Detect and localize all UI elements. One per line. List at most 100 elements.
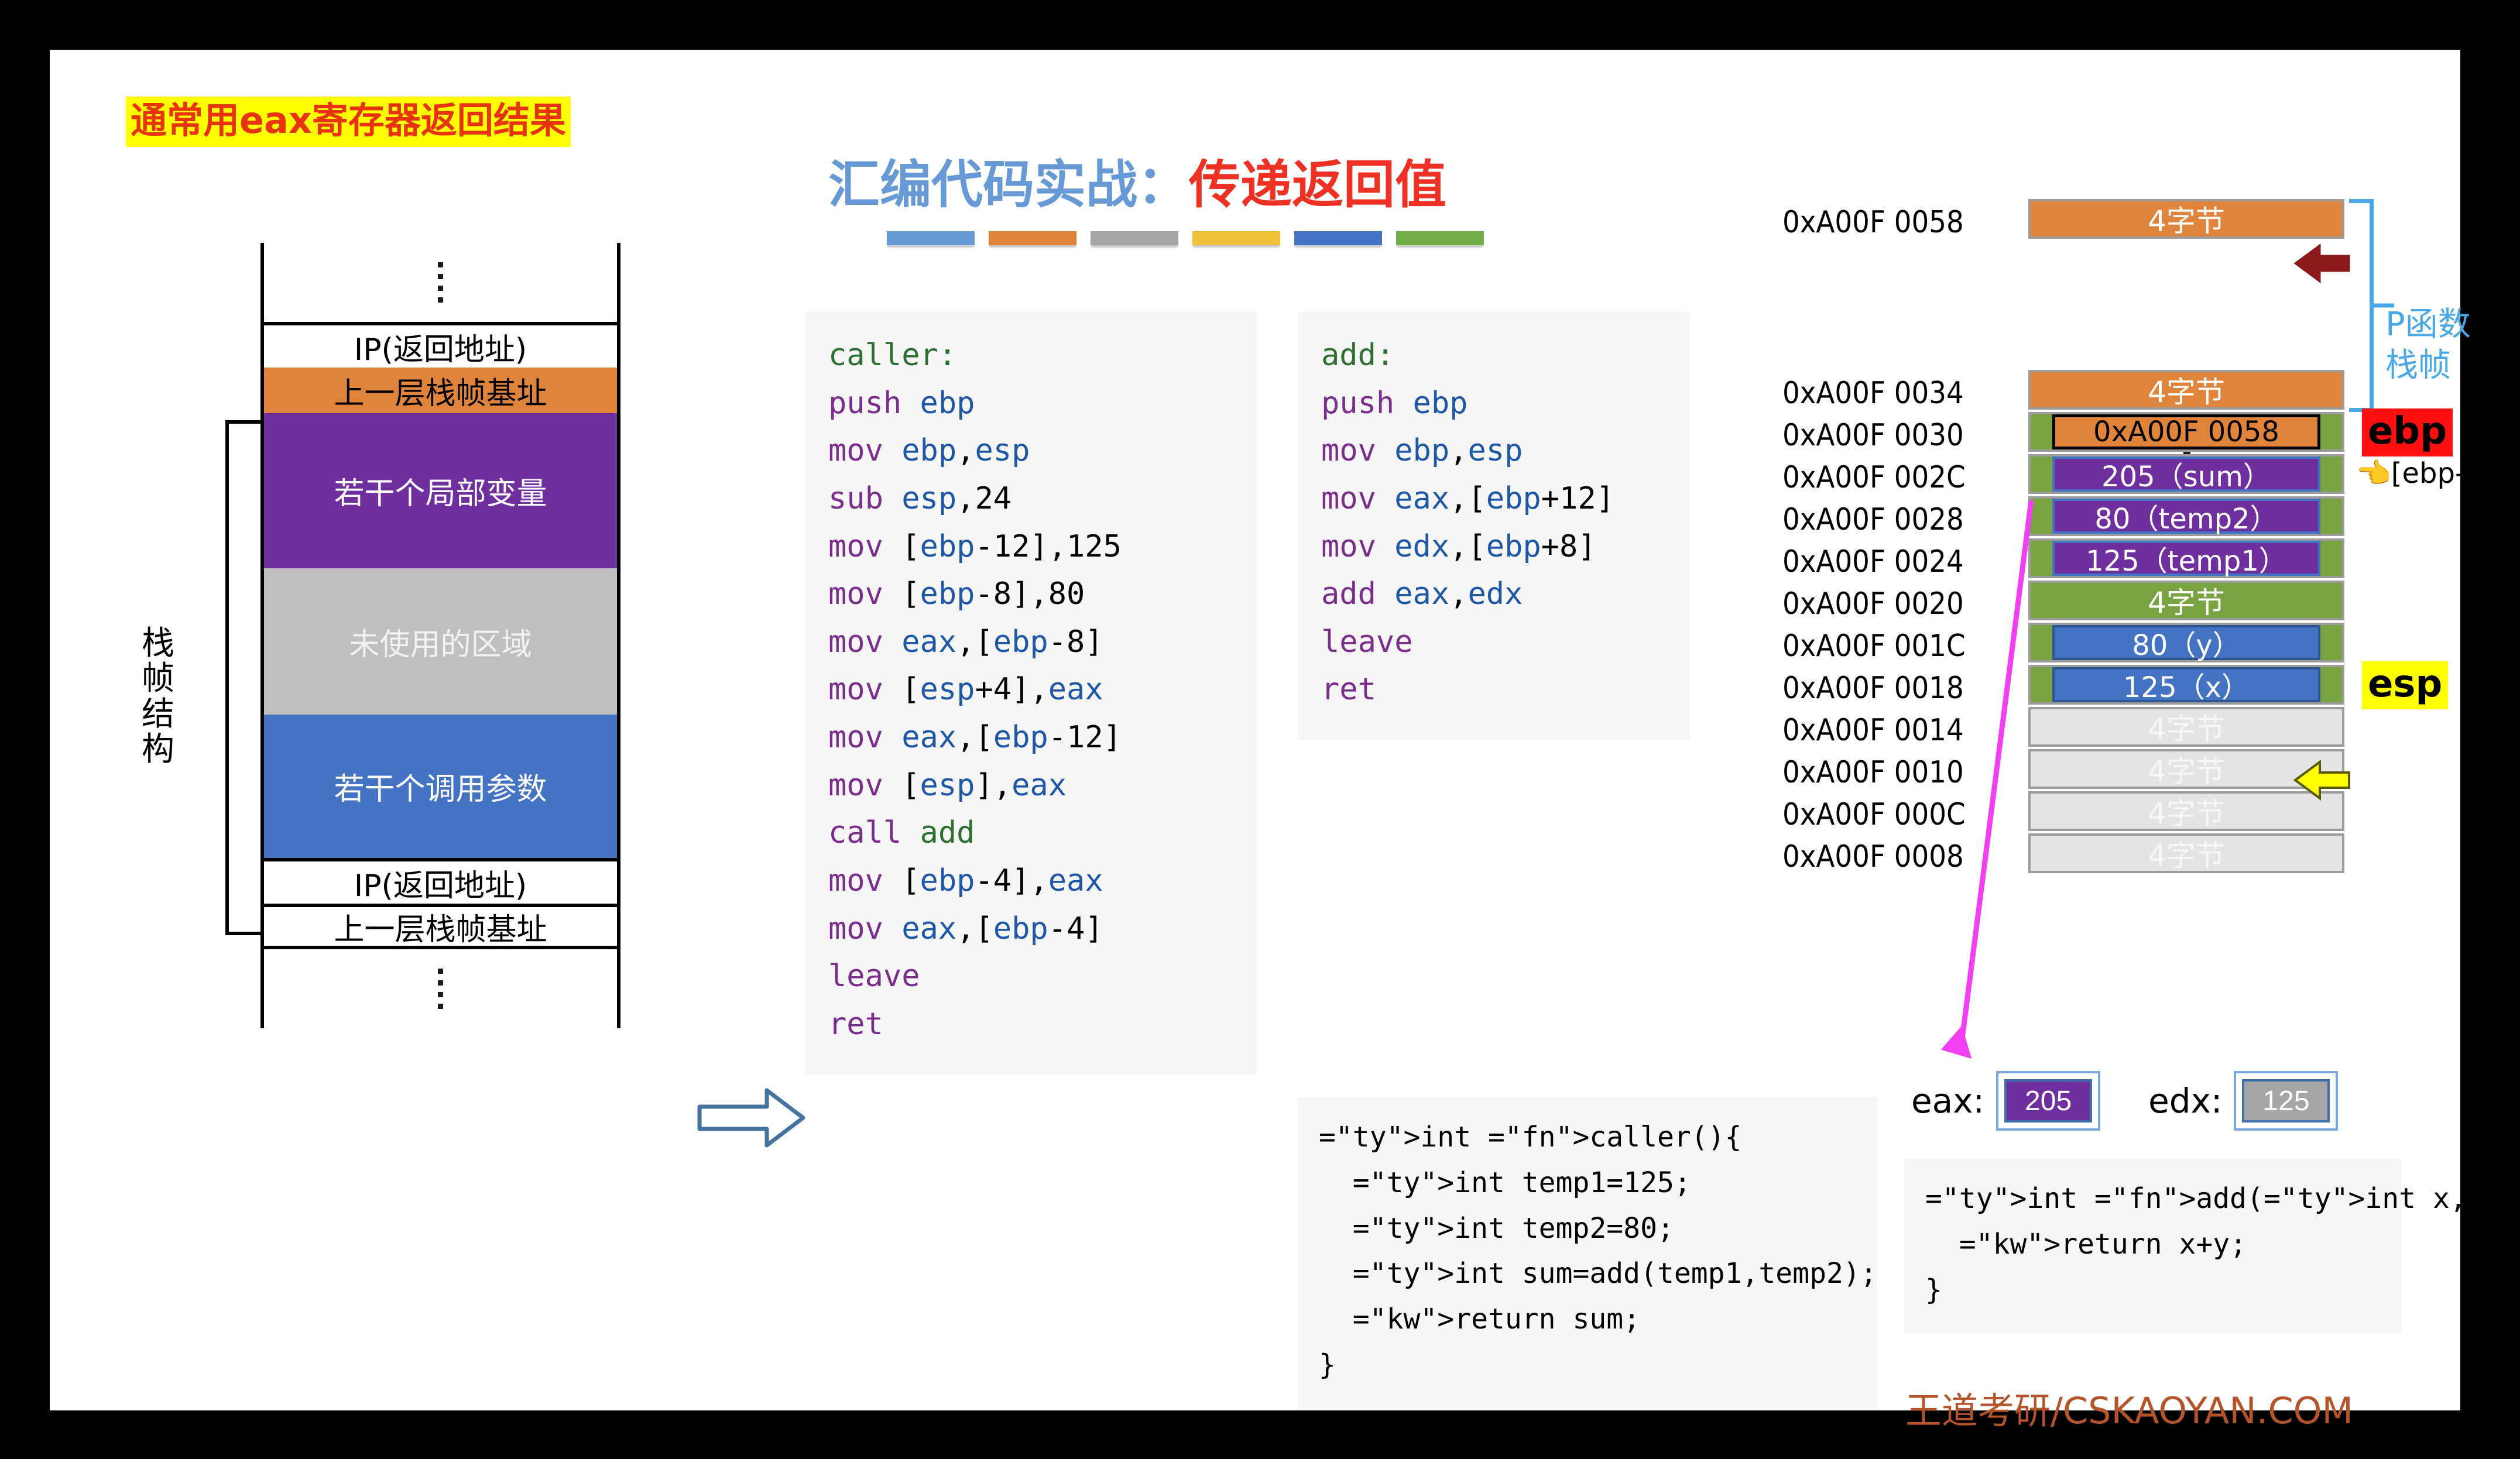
accent-bar-1 — [989, 231, 1076, 245]
stack-frame-label-char: 栈 — [142, 624, 174, 662]
assembly-line: mov edx,[ebp+8] — [1321, 528, 1596, 564]
highlight-note: 通常用eax寄存器返回结果 — [126, 97, 571, 147]
stack-frame-row — [260, 243, 620, 322]
c-source-line: ="ty">int temp2=80; — [1352, 1211, 1674, 1245]
stack-frame-row: IP(返回地址) — [260, 858, 620, 904]
c-source-caller-panel: ="ty">int ="fn">caller(){ ="ty">int temp… — [1298, 1097, 1877, 1409]
stack-frame-bracket — [225, 420, 260, 935]
assembly-line: add eax,edx — [1321, 576, 1523, 612]
stack-frame-diagram: IP(返回地址) 上一层栈帧基址 若干个局部变量 未使用的区域 若干个调用参数 IP(返回… — [260, 243, 620, 1028]
stack-frame-row: 若干个局部变量 — [260, 413, 620, 568]
page-title-suffix: 传递返回值 — [1189, 155, 1447, 215]
stack-frame-structure-label: 栈帧结构 — [138, 626, 179, 768]
stack-frame-row: 未使用的区域 — [260, 568, 620, 715]
memory-cell: 4字节 — [2028, 581, 2344, 620]
assembly-line: push ebp — [1321, 385, 1468, 421]
memory-cell-value: 125（x） — [2052, 667, 2320, 704]
memory-cell-value: 125（temp1） — [2052, 541, 2320, 578]
memory-cell-value: 205（sum） — [2052, 456, 2320, 493]
memory-cell: 80（temp2） — [2028, 496, 2344, 536]
memory-cell-label: 4字节 — [2148, 712, 2225, 746]
memory-cell-value: 0xA00F 0058 — [2052, 414, 2320, 449]
memory-address-label: 0xA00F 0014 — [1782, 713, 1964, 748]
memory-cell-label: 4字节 — [2148, 586, 2225, 620]
p-frame-label: P函数 栈帧 — [2385, 304, 2471, 386]
stack-frame-row: 若干个调用参数 — [260, 715, 620, 858]
accent-bar-3 — [1192, 231, 1280, 245]
assembly-line: mov ebp,esp — [828, 433, 1030, 469]
register-box: eax: 205 — [1911, 1071, 2101, 1131]
memory-address-label: 0xA00F 002C — [1782, 460, 1966, 495]
memory-address-label: 0xA00F 0030 — [1782, 418, 1964, 453]
assembly-label: add: — [1321, 338, 1395, 373]
assembly-line: leave — [828, 959, 920, 994]
assembly-line: sub esp,24 — [828, 480, 1012, 516]
p-frame-brace — [2349, 199, 2374, 412]
memory-address-label: 0xA00F 0034 — [1782, 376, 1964, 411]
assembly-line: mov eax,[ebp-4] — [828, 911, 1103, 946]
stack-frame-row-label: 若干个调用参数 — [334, 772, 547, 807]
memory-cell: 4字节 — [2028, 707, 2344, 747]
slide-canvas: 通常用eax寄存器返回结果 汇编代码实战：传递返回值 栈帧结构 IP(返回地址)… — [50, 50, 2520, 1432]
stack-frame-row-label: IP(返回地址) — [354, 868, 527, 904]
esp-register-label: esp — [2362, 661, 2449, 709]
p-frame-label-line: 栈帧 — [2385, 346, 2451, 385]
register-display: eax: 205 edx: 125 — [1911, 1071, 2339, 1131]
assembly-line: call add — [828, 815, 975, 851]
assembly-line: mov eax,[ebp-8] — [828, 624, 1103, 660]
memory-address-label: 0xA00F 0010 — [1782, 755, 1964, 790]
c-source-line: ="ty">int sum=add(temp1,temp2); — [1352, 1257, 1877, 1290]
register-frame: 125 — [2234, 1071, 2339, 1131]
c-source-line: ="ty">int ="fn">add(="ty">int x, ="ty">i… — [1925, 1182, 2520, 1215]
accent-bar-2 — [1091, 231, 1178, 245]
assembly-caller-panel: caller: push ebp mov ebp,esp sub esp,24 mov … — [805, 312, 1257, 1074]
assembly-line: leave — [1321, 624, 1413, 660]
assembly-line: ret — [1321, 672, 1376, 708]
memory-cell: 4字节 — [2028, 370, 2344, 410]
register-box: edx: 125 — [2148, 1071, 2339, 1131]
stack-frame-row-label: 上一层栈帧基址 — [334, 912, 547, 948]
watermark: 王道考研/CSKAOYAN.COM — [1905, 1389, 2353, 1432]
memory-cell-label: 4字节 — [2148, 797, 2225, 830]
c-source-line: ="ty">int temp1=125; — [1352, 1166, 1691, 1199]
stack-frame-row: 上一层栈帧基址 — [260, 368, 620, 413]
memory-cell: 125（temp1） — [2028, 538, 2344, 578]
stack-frame-row — [260, 949, 620, 1028]
stack-frame-row: 上一层栈帧基址 — [260, 904, 620, 949]
memory-cell: 205（sum） — [2028, 454, 2344, 494]
register-name: edx: — [2148, 1081, 2223, 1121]
ebp-offset-annotation: 👈[ebp-4] — [2356, 456, 2494, 490]
memory-cell: 4字节 — [2028, 199, 2344, 239]
ebp-register-label: ebp — [2362, 408, 2453, 456]
assembly-line: mov [ebp-12],125 — [828, 528, 1122, 564]
vertical-dots-icon — [438, 262, 443, 303]
accent-bar-0 — [887, 231, 975, 245]
assembly-line: mov eax,[ebp+12] — [1321, 480, 1614, 516]
memory-cell: 125（x） — [2028, 665, 2344, 705]
memory-address-label: 0xA00F 0024 — [1782, 544, 1964, 579]
assembly-line: mov [esp+4],eax — [828, 672, 1103, 708]
memory-cell: 4字节 — [2028, 749, 2344, 789]
memory-cell-value: 80（temp2） — [2052, 499, 2320, 535]
stack-frame-row-label: 未使用的区域 — [349, 627, 532, 662]
accent-bar-5 — [1396, 231, 1484, 245]
stack-frame-label-char: 帧 — [142, 660, 174, 698]
register-value: 205 — [2004, 1079, 2093, 1122]
memory-cell: 80（y） — [2028, 623, 2344, 662]
memory-cell-label: 4字节 — [2148, 839, 2225, 873]
assembly-line: mov eax,[ebp-12] — [828, 720, 1122, 755]
memory-cell-value: 80（y） — [2052, 625, 2320, 662]
memory-address-label: 0xA00F 0028 — [1782, 502, 1964, 537]
memory-address-label: 0xA00F 0008 — [1782, 839, 1964, 874]
memory-cell: 0xA00F 0058 — [2028, 412, 2344, 452]
register-frame: 205 — [1996, 1071, 2101, 1131]
c-source-line: ="kw">return x+y; — [1959, 1227, 2247, 1261]
assembly-line: mov [ebp-4],eax — [828, 863, 1103, 898]
assembly-add-panel: add: push ebp mov ebp,esp mov eax,[ebp+12] m… — [1298, 312, 1690, 740]
vertical-dots-icon — [438, 969, 443, 1009]
p-frame-label-line: P函数 — [2385, 305, 2471, 344]
memory-address-label: 0xA00F 0058 — [1782, 205, 1964, 240]
page-title: 汇编代码实战：传递返回值 — [828, 143, 1446, 218]
assembly-line: mov [ebp-8],80 — [828, 576, 1085, 612]
c-source-line: ="kw">return sum; — [1352, 1303, 1641, 1336]
